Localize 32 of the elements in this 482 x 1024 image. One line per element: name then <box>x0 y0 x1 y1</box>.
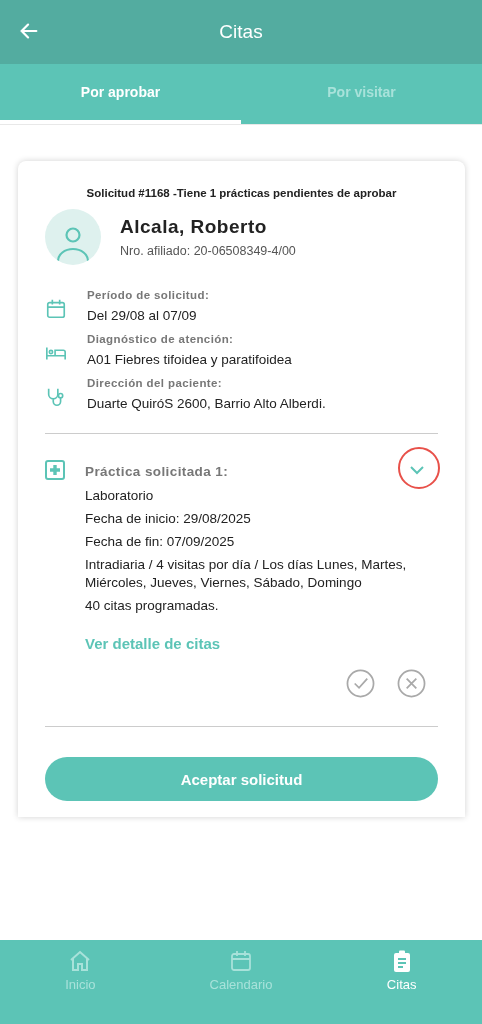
practice-detail: Fecha de inicio: 29/08/2025 <box>85 510 252 528</box>
detail-value: Duarte QuiróS 2600, Barrio Alto Alberdi. <box>87 396 326 411</box>
screen-title: Citas <box>219 21 263 43</box>
nav-item[interactable]: Inicio <box>0 940 161 1024</box>
tab[interactable]: Por visitar <box>241 64 482 124</box>
nav-item[interactable]: Citas <box>321 940 482 1024</box>
nav-item[interactable]: Calendario <box>160 940 322 1024</box>
practice-label: Práctica solicitada 1: <box>85 463 229 481</box>
patient-name: Alcala, Roberto <box>120 216 268 238</box>
practice-detail: Intradiaria / 4 visitas por día / Los días Lunes, Martes, Miércoles, Jueves, Viernes, Sábado, Domingo <box>85 556 408 592</box>
tab[interactable]: Por aprobar <box>0 64 241 124</box>
detail-label: Diagnóstico de atención: <box>87 333 235 345</box>
appointments-detail-link[interactable]: Ver detalle de citas <box>85 635 221 652</box>
close-circle-icon <box>397 669 426 698</box>
request-summary: Solicitud #1168 -Tiene 1 prácticas pendientes de aprobar <box>85 187 398 199</box>
member-number: Nro. afiliado: 20-06508349-4/00 <box>120 244 296 258</box>
approve-button[interactable] <box>346 669 375 698</box>
highlight-circle <box>398 447 440 489</box>
detail-value: A01 Fiebres tifoidea y paratifoidea <box>87 352 292 367</box>
medical-cross-icon <box>45 460 65 480</box>
check-circle-icon <box>346 669 375 698</box>
practice-detail: Fecha de fin: 07/09/2025 <box>85 533 236 551</box>
detail-value: Del 29/08 al 07/09 <box>87 308 198 323</box>
calendar-icon <box>229 949 253 973</box>
detail-label: Período de solicitud: <box>87 289 210 301</box>
practice-detail: 40 citas programadas. <box>85 597 220 615</box>
accept-request-button[interactable]: Aceptar solicitud <box>45 757 438 801</box>
chevron-down-icon <box>409 465 425 475</box>
calendar-icon <box>45 298 67 320</box>
practice-name: Laboratorio <box>85 487 155 505</box>
reject-button[interactable] <box>397 669 426 698</box>
detail-label: Dirección del paciente: <box>87 377 224 389</box>
